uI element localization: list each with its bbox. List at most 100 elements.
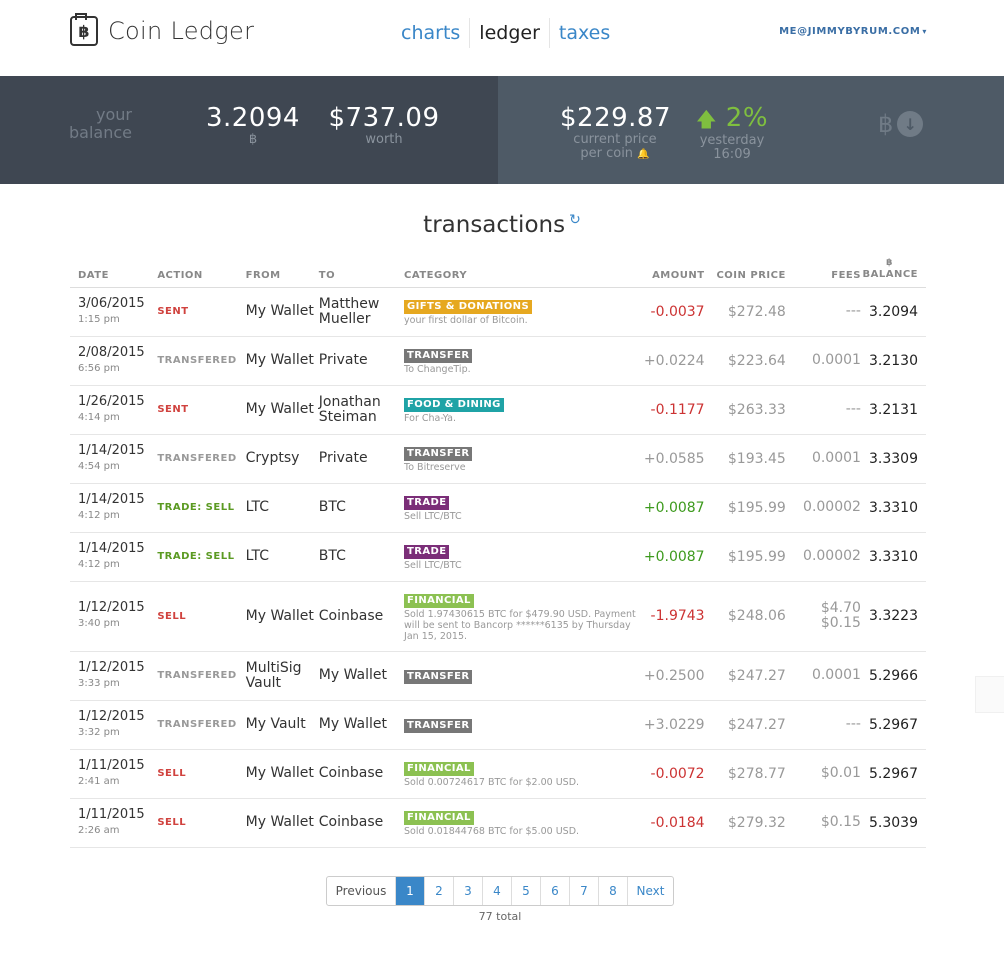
date-text: 2/08/2015	[78, 344, 145, 360]
page-8-button[interactable]: 8	[598, 877, 627, 905]
coin-price-cell: $223.64	[704, 336, 786, 386]
category-tag[interactable]: GIFTS & DONATIONS	[404, 300, 533, 314]
from-cell: My Wallet	[245, 581, 319, 652]
category-tag[interactable]: TRANSFER	[404, 349, 473, 363]
page-4-button[interactable]: 4	[482, 877, 511, 905]
time-text: 4:12 pm	[78, 558, 120, 570]
page-6-button[interactable]: 6	[540, 877, 569, 905]
to-cell: Coinbase	[318, 798, 405, 848]
time-text: 2:41 am	[78, 775, 120, 787]
category-tag[interactable]: FINANCIAL	[404, 811, 474, 825]
nav-ledger[interactable]: ledger	[470, 18, 549, 48]
action-cell: TRANSFERED	[157, 336, 246, 386]
category-tag[interactable]: TRANSFER	[404, 669, 473, 684]
table-row[interactable]: 2/08/2015 6:56 pm TRANSFERED My Wallet Priva…	[70, 336, 926, 386]
refresh-icon[interactable]: ↻	[569, 212, 581, 228]
nav-taxes[interactable]: taxes	[550, 18, 619, 48]
arrow-down-circle-icon[interactable]: ↓	[897, 111, 924, 137]
your-balance-label: your balance	[69, 105, 132, 142]
table-row[interactable]: 1/12/2015 3:32 pm TRANSFERED My Vault My Wal…	[70, 700, 926, 750]
app-title: Coin Ledger	[108, 17, 255, 45]
amount-cell: -0.0184	[641, 798, 705, 848]
col-coin-price[interactable]: COIN PRICE	[704, 254, 786, 288]
to-cell: Matthew Mueller	[318, 287, 405, 337]
per-coin-label[interactable]: per coin 🔔	[560, 147, 670, 162]
bell-icon[interactable]: 🔔	[637, 149, 649, 160]
category-tag[interactable]: TRANSFER	[404, 447, 473, 461]
table-row[interactable]: 1/14/2015 4:12 pm TRADE: SELL LTC BTC TRADE Se…	[70, 532, 926, 582]
change-label: yesterday	[699, 133, 765, 148]
table-row[interactable]: 1/11/2015 2:26 am SELL My Wallet Coinbase FIN…	[70, 798, 926, 848]
fees-cell: 0.00002	[785, 532, 861, 582]
from-cell: My Wallet	[245, 749, 319, 799]
coin-price-cell: $195.99	[704, 532, 786, 582]
col-amount[interactable]: AMOUNT	[641, 254, 705, 288]
table-row[interactable]: 1/11/2015 2:41 am SELL My Wallet Coinbase FIN…	[70, 749, 926, 799]
col-category[interactable]: CATEGORY	[404, 254, 642, 288]
table-row[interactable]: 1/14/2015 4:54 pm TRANSFERED Cryptsy Private…	[70, 434, 926, 484]
fees-cell: ---	[785, 385, 861, 435]
category-tag[interactable]: TRANSFER	[404, 718, 473, 733]
date-cell: 2/08/2015 6:56 pm	[70, 336, 158, 386]
next-page-button[interactable]: Next	[627, 877, 673, 905]
current-price-label: current price	[573, 132, 657, 147]
category-cell: TRANSFER To Bitreserve	[404, 434, 642, 484]
time-text: 3:32 pm	[78, 726, 120, 738]
arrow-up-icon: 🡅	[695, 107, 718, 131]
fees-cell: 0.00002	[785, 483, 861, 533]
amount-cell: -0.1177	[641, 385, 705, 435]
date-text: 1/12/2015	[78, 659, 145, 675]
col-fees[interactable]: FEES	[785, 254, 861, 288]
previous-page-button[interactable]: Previous	[327, 877, 395, 905]
table-row[interactable]: 1/26/2015 4:14 pm SENT My Wallet Jonathan St…	[70, 385, 926, 435]
page-5-button[interactable]: 5	[511, 877, 540, 905]
date-cell: 1/11/2015 2:26 am	[70, 798, 158, 848]
action-cell: TRADE: SELL	[157, 483, 246, 533]
category-tag[interactable]: FINANCIAL	[404, 593, 474, 608]
bitcoin-icon[interactable]: ฿	[878, 110, 893, 138]
fees-cell: $0.01	[785, 749, 861, 799]
category-tag[interactable]: TRADE	[404, 545, 450, 559]
worth-value: $737.09	[328, 103, 440, 133]
date-cell: 1/14/2015 4:12 pm	[70, 483, 158, 533]
user-menu[interactable]: ME@JIMMYBYRUM.COM ▾	[779, 26, 927, 37]
category-tag[interactable]: FOOD & DINING	[404, 398, 504, 412]
col-to[interactable]: TO	[318, 254, 405, 288]
action-cell: SELL	[157, 798, 246, 848]
col-action[interactable]: ACTION	[157, 254, 246, 288]
change-time: 16:09	[713, 147, 751, 162]
amount-cell: -1.9743	[641, 581, 705, 652]
table-row[interactable]: 1/12/2015 3:40 pm SELL My Wallet Coinbase FIN…	[70, 581, 926, 652]
table-row[interactable]: 1/14/2015 4:12 pm TRADE: SELL LTC BTC TRADE Se…	[70, 483, 926, 533]
col-from[interactable]: FROM	[245, 254, 319, 288]
side-feedback-tab[interactable]	[975, 676, 1004, 713]
amount-cell: +0.0224	[641, 336, 705, 386]
change-percent: 2%	[725, 103, 769, 133]
nav-charts[interactable]: charts	[392, 18, 469, 48]
app-logo[interactable]: ฿ Coin Ledger	[70, 13, 255, 46]
action-cell: SENT	[157, 287, 246, 337]
date-cell: 1/14/2015 4:12 pm	[70, 532, 158, 582]
page-1-button[interactable]: 1	[395, 877, 424, 905]
coin-price-cell: $279.32	[704, 798, 786, 848]
balance-cell: 3.3310	[860, 532, 926, 582]
chevron-down-icon: ▾	[922, 27, 927, 36]
table-row[interactable]: 1/12/2015 3:33 pm TRANSFERED MultiSig Vault…	[70, 651, 926, 701]
col-balance[interactable]: ฿ BALANCE	[860, 254, 926, 288]
amount-cell: +0.0087	[641, 532, 705, 582]
col-date[interactable]: DATE	[70, 254, 158, 288]
action-cell: SELL	[157, 749, 246, 799]
page-2-button[interactable]: 2	[424, 877, 453, 905]
balance-cell: 3.2094	[860, 287, 926, 337]
table-row[interactable]: 3/06/2015 1:15 pm SENT My Wallet Matthew Mue…	[70, 287, 926, 337]
category-tag[interactable]: TRADE	[404, 496, 450, 510]
category-tag[interactable]: FINANCIAL	[404, 762, 474, 776]
page-3-button[interactable]: 3	[453, 877, 482, 905]
to-cell: Private	[318, 434, 405, 484]
date-cell: 1/12/2015 3:32 pm	[70, 700, 158, 750]
bitcoin-icon: ฿	[248, 132, 258, 147]
total-count: 77 total	[478, 910, 522, 923]
fees-cell: 0.0001	[785, 434, 861, 484]
user-email: ME@JIMMYBYRUM.COM	[779, 26, 921, 37]
page-7-button[interactable]: 7	[569, 877, 598, 905]
